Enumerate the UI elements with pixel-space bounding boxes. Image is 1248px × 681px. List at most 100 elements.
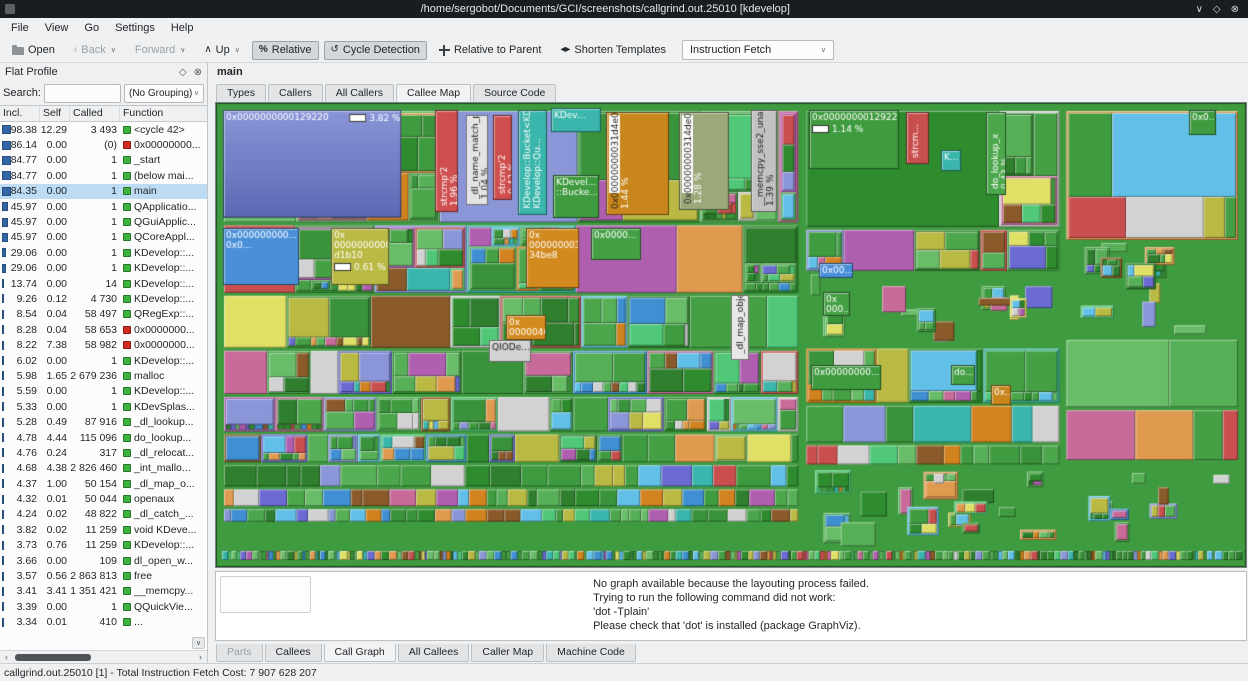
column-header-self[interactable]: Self <box>40 106 70 121</box>
scroll-down-button[interactable]: ∨ <box>192 637 205 649</box>
table-row[interactable]: 8.280.0458 6530x0000000... <box>0 322 207 337</box>
tab-caller-map[interactable]: Caller Map <box>471 644 544 662</box>
self-cell: 0.00 <box>40 154 70 166</box>
function-type-icon <box>123 126 131 134</box>
flat-profile-table: Incl.SelfCalledFunction 98.3812.293 493<… <box>0 105 207 650</box>
table-row[interactable]: 4.320.0150 044openaux <box>0 491 207 506</box>
called-cell: 1 <box>70 185 120 197</box>
table-row[interactable]: 84.350.001main <box>0 184 207 199</box>
table-row[interactable]: 8.227.3858 9820x0000000... <box>0 337 207 352</box>
table-row[interactable]: 3.660.00109dl_open_w... <box>0 553 207 568</box>
grouping-select[interactable]: (No Grouping) ∨ <box>124 84 204 103</box>
scroll-right-icon[interactable]: › <box>194 652 207 662</box>
table-row[interactable]: 3.413.411 351 421__memcpy... <box>0 584 207 599</box>
scroll-left-icon[interactable]: ‹ <box>0 652 13 662</box>
menu-view[interactable]: View <box>37 20 77 36</box>
table-row[interactable]: 45.970.001QCoreAppl... <box>0 230 207 245</box>
table-row[interactable]: 6.020.001KDevelop::... <box>0 353 207 368</box>
self-cell: 0.00 <box>40 278 70 290</box>
tab-all-callers[interactable]: All Callers <box>325 84 394 102</box>
table-row[interactable]: 9.260.124 730KDevelop::... <box>0 291 207 306</box>
search-input[interactable] <box>44 84 121 103</box>
search-label: Search: <box>3 87 41 99</box>
called-cell: 410 <box>70 616 120 628</box>
table-row[interactable]: 4.371.0050 154_dl_map_o... <box>0 476 207 491</box>
function-type-icon <box>123 172 131 180</box>
back-button[interactable]: ‹ Back ∨ <box>67 41 123 60</box>
relative-to-parent-toggle[interactable]: Relative to Parent <box>432 41 548 60</box>
function-cell: QApplicatio... <box>120 201 207 213</box>
table-row[interactable]: 4.684.382 826 460_int_mallo... <box>0 461 207 476</box>
relative-toggle[interactable]: % Relative <box>252 41 319 60</box>
menu-file[interactable]: File <box>3 20 37 36</box>
graph-error-message: No graph available because the layouting… <box>593 577 869 633</box>
up-button[interactable]: ∧ Up ∨ <box>197 41 247 60</box>
table-row[interactable]: 13.740.0014KDevelop::... <box>0 276 207 291</box>
function-cell: KDevelop::... <box>120 262 207 274</box>
event-type-select[interactable]: Instruction Fetch ∨ <box>682 40 834 60</box>
table-row[interactable]: 5.590.001KDevelop::... <box>0 384 207 399</box>
table-row[interactable]: 84.770.001(below mai... <box>0 168 207 183</box>
table-row[interactable]: 3.340.01410... <box>0 615 207 630</box>
column-header-incl[interactable]: Incl. <box>0 106 40 121</box>
column-header-function[interactable]: Function <box>120 106 207 121</box>
tab-call-graph[interactable]: Call Graph <box>324 644 396 662</box>
table-row[interactable]: 4.784.44115 096do_lookup... <box>0 430 207 445</box>
scrollbar-thumb[interactable] <box>15 654 91 661</box>
table-row[interactable]: 98.3812.293 493<cycle 42> <box>0 122 207 137</box>
close-dock-icon[interactable]: ⊗ <box>194 67 202 78</box>
incl-cell: 8.22 <box>0 339 40 351</box>
cycle-detection-toggle[interactable]: ↺ Cycle Detection <box>324 41 427 60</box>
float-dock-icon[interactable]: ◇ <box>179 67 187 78</box>
menu-help[interactable]: Help <box>163 20 202 36</box>
tab-callees[interactable]: Callees <box>265 644 322 662</box>
called-cell: 109 <box>70 555 120 567</box>
table-row[interactable]: 45.970.001QGuiApplic... <box>0 214 207 229</box>
table-row[interactable]: 84.770.001_start <box>0 153 207 168</box>
maximize-icon[interactable]: ◇ <box>1213 4 1221 15</box>
forward-button[interactable]: Forward ∨ <box>128 41 192 60</box>
incl-bar <box>2 310 4 319</box>
menu-go[interactable]: Go <box>76 20 107 36</box>
scrollbar-track[interactable] <box>13 653 194 662</box>
tab-source-code[interactable]: Source Code <box>473 84 556 102</box>
tab-callers[interactable]: Callers <box>268 84 323 102</box>
table-row[interactable]: 4.240.0248 822_dl_catch_... <box>0 507 207 522</box>
tab-types[interactable]: Types <box>216 84 266 102</box>
shorten-templates-toggle[interactable]: ◂▸ Shorten Templates <box>553 41 673 60</box>
table-row[interactable]: 29.060.001KDevelop::... <box>0 245 207 260</box>
table-row[interactable]: 86.140.00(0)0x00000000... <box>0 137 207 152</box>
column-header-called[interactable]: Called <box>70 106 120 121</box>
menu-settings[interactable]: Settings <box>107 20 163 36</box>
self-cell: 0.76 <box>40 539 70 551</box>
table-row[interactable]: 5.280.4987 916_dl_lookup... <box>0 414 207 429</box>
tab-machine-code[interactable]: Machine Code <box>546 644 636 662</box>
table-row[interactable]: 5.330.001KDevSplas... <box>0 399 207 414</box>
table-row[interactable]: 29.060.001KDevelop::... <box>0 261 207 276</box>
table-row[interactable]: 3.390.001QQuickVie... <box>0 599 207 614</box>
tab-parts[interactable]: Parts <box>216 644 263 662</box>
table-row[interactable]: 3.570.562 863 813free <box>0 568 207 583</box>
close-icon[interactable]: ⊗ <box>1231 4 1239 15</box>
minimize-icon[interactable]: ∨ <box>1196 4 1203 15</box>
called-cell: 58 982 <box>70 339 120 351</box>
table-row[interactable]: 8.540.0458 497QRegExp::... <box>0 307 207 322</box>
open-button[interactable]: Open <box>5 41 62 60</box>
incl-cell: 4.78 <box>0 432 40 444</box>
table-row[interactable]: 5.981.652 679 236malloc <box>0 368 207 383</box>
self-cell: 0.00 <box>40 555 70 567</box>
table-row[interactable]: 3.820.0211 259void KDeve... <box>0 522 207 537</box>
called-cell: 2 826 460 <box>70 462 120 474</box>
function-cell: KDevelop::... <box>120 278 207 290</box>
tab-all-callees[interactable]: All Callees <box>398 644 470 662</box>
self-cell: 0.00 <box>40 247 70 259</box>
tab-callee-map[interactable]: Callee Map <box>396 84 471 102</box>
table-row[interactable]: 45.970.001QApplicatio... <box>0 199 207 214</box>
horizontal-scrollbar[interactable]: ‹ › <box>0 650 207 663</box>
table-row[interactable]: 3.730.7611 259KDevelop::... <box>0 538 207 553</box>
function-cell: 0x0000000... <box>120 339 207 351</box>
function-cell: 0x0000000... <box>120 324 207 336</box>
callee-map-canvas[interactable] <box>216 103 1246 567</box>
incl-cell: 29.06 <box>0 247 40 259</box>
table-row[interactable]: 4.760.24317_dl_relocat... <box>0 445 207 460</box>
